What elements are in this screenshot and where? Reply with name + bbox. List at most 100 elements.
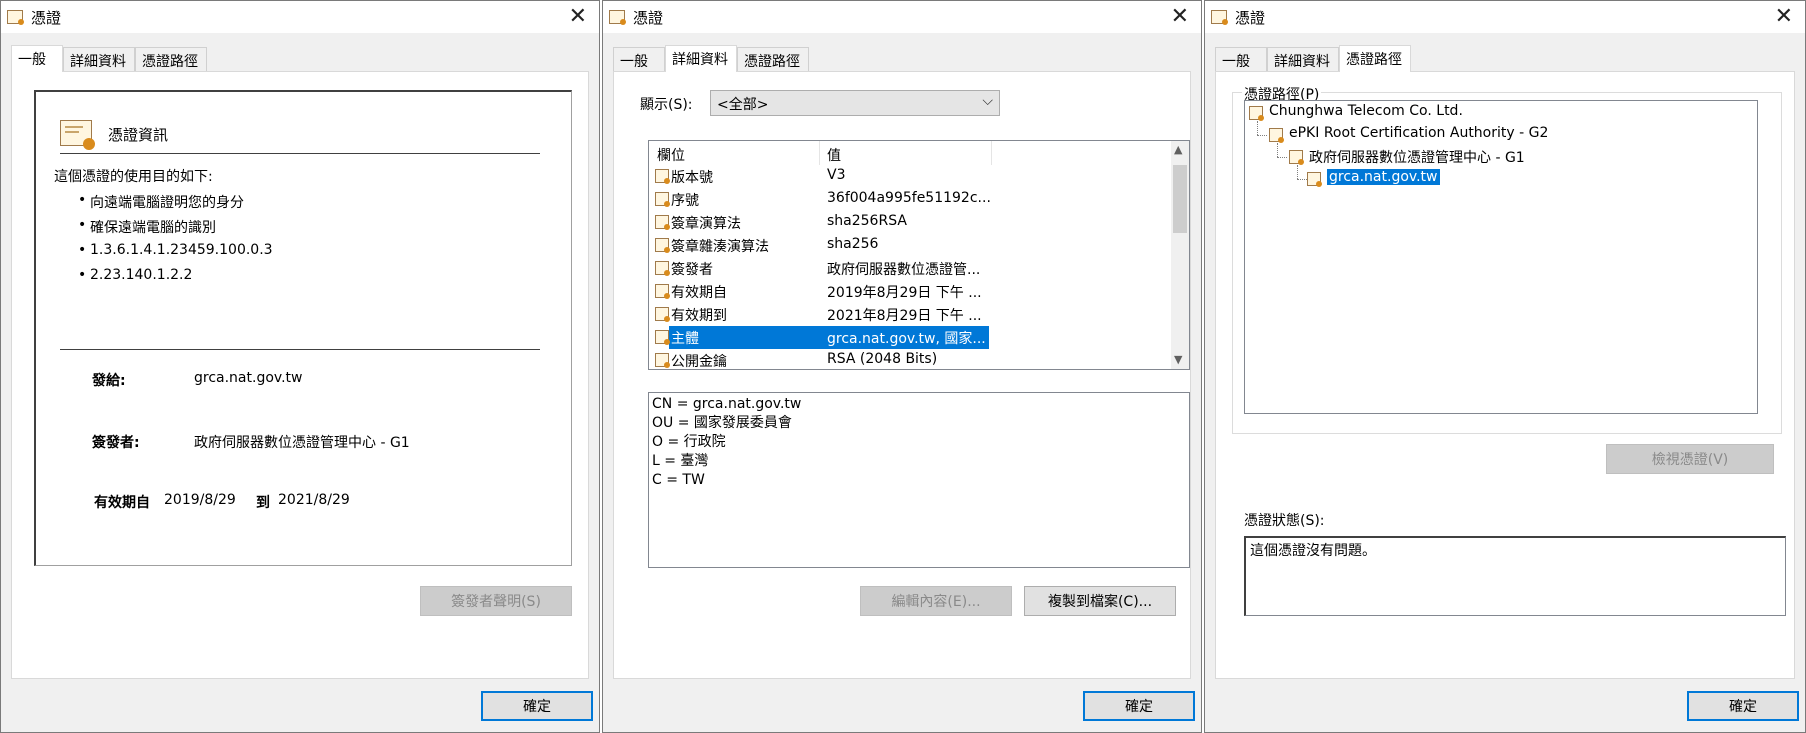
issued-to-value: grca.nat.gov.tw (194, 370, 303, 386)
field-value: sha256RSA (827, 213, 907, 229)
valid-to-value: 2021/8/29 (278, 492, 350, 508)
field-value: 2021年8月29日 下午 ... (827, 308, 982, 324)
tree-node-root[interactable]: Chunghwa Telecom Co. Ltd. (1249, 103, 1463, 121)
certificate-dialog-path: 憑證 ✕ 一般 詳細資料 憑證路徑 憑證路徑(P) Chunghwa Telec… (1204, 0, 1806, 733)
window-title: 憑證 (1235, 9, 1266, 27)
certificate-icon (1211, 10, 1228, 25)
field-icon (655, 284, 670, 299)
ok-button[interactable]: 確定 (481, 691, 593, 721)
certificate-large-icon (60, 120, 95, 150)
field-value: RSA (2048 Bits) (827, 351, 938, 367)
tree-connector (1277, 143, 1278, 157)
scroll-down-icon[interactable]: ▼ (1174, 353, 1182, 366)
field-value: V3 (827, 167, 846, 183)
tab-certification-path[interactable]: 憑證路徑 (135, 47, 207, 71)
detail-line: OU = 國家發展委員會 (652, 415, 792, 431)
column-header-value[interactable]: 值 (827, 145, 841, 165)
view-certificate-button[interactable]: 檢視憑證(V) (1606, 444, 1774, 474)
tab-bar: 一般 詳細資料 憑證路徑 (11, 45, 589, 72)
list-item[interactable]: 簽章演算法 sha256RSA (649, 211, 1169, 234)
field-value: 2019年8月29日 下午 ... (827, 285, 982, 301)
field-name: 公開金鑰 (671, 354, 727, 370)
list-item[interactable]: 主體 grca.nat.gov.tw, 國家... (649, 326, 1169, 349)
detail-line: O = 行政院 (652, 434, 726, 450)
tree-node-issuing-ca[interactable]: 政府伺服器數位憑證管理中心 - G1 (1289, 147, 1525, 167)
tab-general[interactable]: 一般 (11, 45, 63, 72)
list-item[interactable]: 版本號 V3 (649, 165, 1169, 188)
certificate-icon (1307, 172, 1322, 187)
field-icon (655, 261, 670, 276)
section-title: 憑證資訊 (108, 126, 169, 144)
vertical-scrollbar[interactable]: ▲ ▼ (1171, 141, 1189, 369)
field-icon (655, 169, 670, 184)
field-name: 簽發者 (671, 262, 713, 278)
tab-details[interactable]: 詳細資料 (63, 47, 135, 71)
scroll-up-icon[interactable]: ▲ (1174, 143, 1182, 156)
edit-properties-button[interactable]: 編輯內容(E)... (860, 586, 1012, 616)
tab-details[interactable]: 詳細資料 (1267, 47, 1339, 71)
field-name: 主體 (671, 328, 699, 348)
purpose-item: 確保遠端電腦的識別 (78, 217, 216, 237)
tree-node-leaf[interactable]: grca.nat.gov.tw (1307, 169, 1440, 187)
certificate-status-textbox[interactable]: 這個憑證沒有問題。 (1244, 536, 1786, 616)
field-value: 36f004a995fe51192c... (827, 190, 991, 206)
field-detail-textbox[interactable]: CN = grca.nat.gov.tw OU = 國家發展委員會 O = 行政… (648, 392, 1190, 568)
column-divider[interactable] (819, 141, 820, 165)
window-title: 憑證 (31, 9, 62, 27)
detail-line: C = TW (652, 472, 705, 488)
scrollbar-thumb[interactable] (1173, 165, 1187, 233)
tree-connector (1277, 157, 1287, 158)
tab-details[interactable]: 詳細資料 (665, 45, 737, 72)
detail-line: CN = grca.nat.gov.tw (652, 396, 802, 412)
field-name: 有效期到 (671, 308, 727, 324)
title-bar: 憑證 ✕ (1205, 1, 1805, 33)
list-item[interactable]: 序號 36f004a995fe51192c... (649, 188, 1169, 211)
field-name: 版本號 (671, 170, 713, 186)
column-divider[interactable] (991, 141, 992, 165)
tree-connector (1257, 135, 1267, 136)
ok-button[interactable]: 確定 (1083, 691, 1195, 721)
purpose-heading: 這個憑證的使用目的如下: (54, 169, 213, 185)
field-name: 序號 (671, 193, 699, 209)
purpose-item: 2.23.140.1.2.2 (78, 267, 192, 283)
close-icon[interactable]: ✕ (569, 4, 587, 30)
certificate-icon (1289, 150, 1304, 165)
divider (60, 349, 540, 350)
tab-general[interactable]: 一般 (613, 47, 665, 71)
field-name: 簽章雜湊演算法 (671, 239, 769, 255)
tree-connector (1297, 179, 1307, 180)
column-header-field[interactable]: 欄位 (657, 145, 685, 165)
tree-node-label: ePKI Root Certification Authority - G2 (1289, 125, 1549, 141)
list-item[interactable]: 有效期自 2019年8月29日 下午 ... (649, 280, 1169, 303)
ok-button[interactable]: 確定 (1687, 691, 1799, 721)
tab-certification-path[interactable]: 憑證路徑 (737, 47, 809, 71)
field-icon (655, 307, 670, 322)
tree-node-intermediate[interactable]: ePKI Root Certification Authority - G2 (1269, 125, 1549, 143)
close-icon[interactable]: ✕ (1775, 4, 1793, 30)
tab-general[interactable]: 一般 (1215, 47, 1267, 71)
fields-list[interactable]: 欄位 值 版本號 V3 序號 36f004a995fe51192c... 簽章演算法 sh… (648, 140, 1190, 370)
general-tab-page: 憑證資訊 這個憑證的使用目的如下: 向遠端電腦證明您的身分 確保遠端電腦的識別 … (11, 71, 589, 679)
list-item[interactable]: 有效期到 2021年8月29日 下午 ... (649, 303, 1169, 326)
certification-path-tree[interactable]: Chunghwa Telecom Co. Ltd. ePKI Root Cert… (1244, 100, 1758, 414)
field-value: grca.nat.gov.tw, 國家... (827, 328, 986, 348)
issuer-value: 政府伺服器數位憑證管理中心 - G1 (194, 435, 410, 451)
title-bar: 憑證 ✕ (603, 1, 1201, 33)
issuer-label: 簽發者: (92, 435, 140, 451)
certificate-info-panel: 憑證資訊 這個憑證的使用目的如下: 向遠端電腦證明您的身分 確保遠端電腦的識別 … (34, 90, 572, 566)
list-item[interactable]: 簽章雜湊演算法 sha256 (649, 234, 1169, 257)
show-dropdown[interactable]: <全部> ⌵ (710, 90, 1000, 116)
certificate-icon (7, 10, 24, 25)
tree-node-label: grca.nat.gov.tw (1327, 169, 1440, 185)
tab-bar: 一般 詳細資料 憑證路徑 (613, 45, 1191, 72)
list-item[interactable]: 公開金鑰 RSA (2048 Bits) (649, 349, 1169, 370)
issuer-statement-button[interactable]: 簽發者聲明(S) (420, 586, 572, 616)
show-label: 顯示(S): (640, 97, 693, 113)
title-bar: 憑證 ✕ (1, 1, 599, 33)
close-icon[interactable]: ✕ (1171, 4, 1189, 30)
details-tab-page: 顯示(S): <全部> ⌵ 欄位 值 版本號 V3 序號 36f004a995fe51… (613, 71, 1191, 679)
list-item[interactable]: 簽發者 政府伺服器數位憑證管... (649, 257, 1169, 280)
copy-to-file-button[interactable]: 複製到檔案(C)... (1024, 586, 1176, 616)
tab-certification-path[interactable]: 憑證路徑 (1339, 45, 1411, 72)
certificate-dialog-details: 憑證 ✕ 一般 詳細資料 憑證路徑 顯示(S): <全部> ⌵ 欄位 值 版本號… (602, 0, 1202, 733)
